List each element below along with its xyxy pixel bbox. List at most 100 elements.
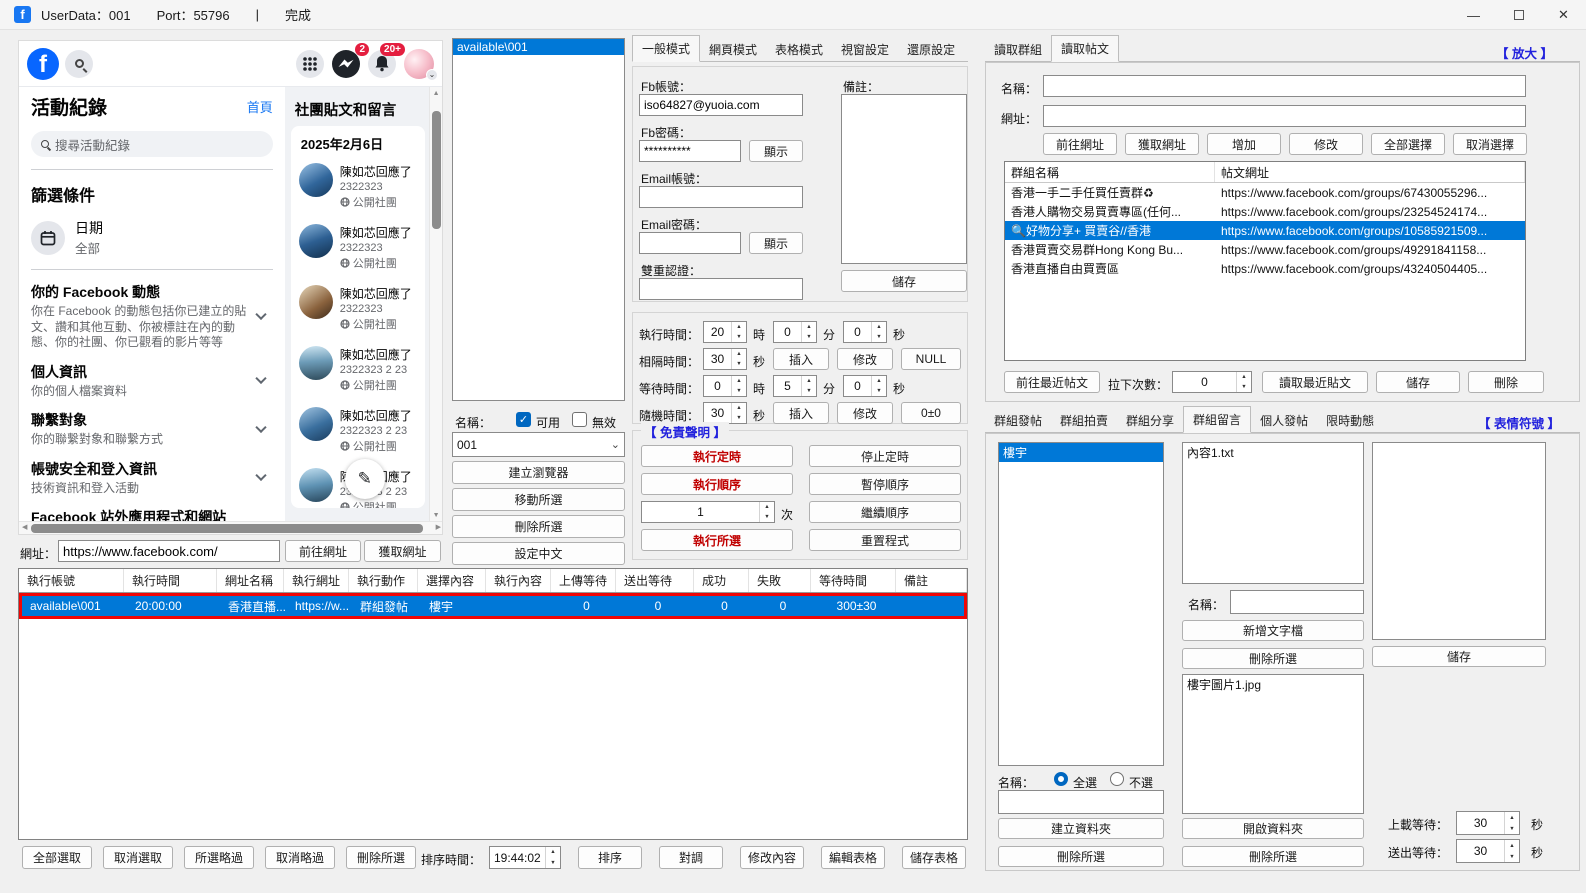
scroll-right-icon[interactable]: ▶ [436, 524, 441, 532]
table-row-selected[interactable]: available\001 20:00:00 香港直播... https://w… [19, 593, 967, 619]
date-filter[interactable]: 日期 全部 [31, 218, 273, 257]
email-account-field[interactable] [639, 186, 803, 208]
unskip-button[interactable]: 取消略過 [265, 846, 335, 869]
deselect-button[interactable]: 取消選取 [103, 846, 173, 869]
zero-random-button[interactable]: 0±0 [901, 402, 961, 424]
read-recent-posts-button[interactable]: 讀取最近貼文 [1262, 371, 1368, 393]
insert-random-button[interactable]: 插入 [773, 402, 829, 424]
column-header[interactable]: 送出等待 [616, 569, 694, 592]
reader-url-input[interactable] [1043, 105, 1526, 127]
tab-group-comment[interactable]: 群組留言 [1183, 406, 1252, 433]
section-your-facebook-activity[interactable]: 你的 Facebook 動態 你在 Facebook 的動態包括你已建立的貼文、… [31, 282, 273, 351]
sort-time-stepper[interactable]: 19:44:02 ▲ ▼ [489, 846, 561, 869]
facebook-logo-icon[interactable]: f [27, 47, 59, 80]
edit-table-button[interactable]: 編輯表格 [821, 846, 885, 869]
note-textarea[interactable] [841, 94, 967, 264]
compose-button[interactable]: ✎ [344, 459, 385, 499]
select-none-radio[interactable] [1110, 772, 1124, 786]
column-header[interactable]: 成功 [694, 569, 749, 592]
wait-hour-stepper[interactable]: 0 ▲ ▼ [703, 375, 747, 397]
emoji-link[interactable]: 【 表情符號 】 [1478, 413, 1560, 432]
spin-up-icon[interactable]: ▲ [732, 403, 746, 413]
tab-personal-post[interactable]: 個人發帖 [1251, 409, 1317, 432]
spin-up-icon[interactable]: ▲ [546, 847, 560, 858]
feed-post[interactable]: 陳如芯回應了 2322323 2 23 公開社團 [298, 407, 421, 454]
column-header[interactable]: 備註 [896, 569, 967, 592]
spin-up-icon[interactable]: ▲ [732, 322, 746, 332]
fetch-url-button[interactable]: 獲取網址 [364, 540, 441, 562]
delete-selected-button[interactable]: 刪除所選 [452, 515, 625, 538]
group-row-selected[interactable]: 🔍好物分享+ 買賣谷//香港 https://www.facebook.com/g… [1005, 221, 1525, 240]
modify-content-button[interactable]: 修改內容 [740, 846, 804, 869]
column-header[interactable]: 失敗 [749, 569, 811, 592]
fb-password-field[interactable] [639, 140, 741, 162]
wait-second-stepper[interactable]: 0 ▲ ▼ [843, 375, 887, 397]
create-browser-button[interactable]: 建立瀏覽器 [452, 461, 625, 484]
save-table-button[interactable]: 儲存表格 [902, 846, 966, 869]
image-files-listbox[interactable]: 樓宇圖片1.jpg [1182, 674, 1364, 814]
group-row[interactable]: 香港人購物交易買賣專區(任何... https://www.facebook.co… [1005, 202, 1525, 221]
section-personal-info[interactable]: 個人資訊 你的個人檔案資料 [31, 362, 273, 400]
content-folders-listbox[interactable]: 樓宇 [998, 442, 1164, 766]
column-header[interactable]: 執行動作 [349, 569, 418, 592]
search-icon[interactable] [65, 49, 93, 78]
pause-sequence-button[interactable]: 暫停順序 [809, 473, 961, 495]
reset-program-button[interactable]: 重置程式 [809, 529, 961, 551]
disclaimer-link[interactable]: 【 免責聲明 】 [641, 422, 729, 441]
interval-stepper[interactable]: 30 ▲ ▼ [703, 348, 747, 370]
messenger-icon[interactable]: 2 [332, 42, 369, 78]
tab-group-post[interactable]: 群組發帖 [985, 409, 1051, 432]
section-security-login[interactable]: 帳號安全和登入資訊 技術資訊和登入活動 [31, 459, 273, 497]
run-timer-button[interactable]: 執行定時 [641, 445, 793, 467]
exec-second-stepper[interactable]: 0 ▲ ▼ [843, 321, 887, 343]
email-password-field[interactable] [639, 232, 741, 254]
spin-up-icon[interactable]: ▲ [732, 349, 746, 359]
move-selected-button[interactable]: 移動所選 [452, 488, 625, 511]
apps-grid-icon[interactable] [296, 49, 324, 78]
spin-down-icon[interactable]: ▼ [732, 386, 746, 396]
run-times-stepper[interactable]: 1 ▲ ▼ [641, 501, 775, 523]
feed-post[interactable]: 陳如芯回應了 2322323 2 23 公開社團 [298, 346, 421, 393]
modify-time-button[interactable]: 修改 [837, 348, 893, 370]
create-folder-button[interactable]: 建立資料夾 [998, 818, 1164, 839]
insert-time-button[interactable]: 插入 [773, 348, 829, 370]
spin-up-icon[interactable]: ▲ [1505, 840, 1519, 851]
tab-web-mode[interactable]: 網頁模式 [700, 38, 766, 61]
feed-post[interactable]: 陳如芯回應了 2322323 公開社團 [298, 285, 421, 332]
show-email-password-button[interactable]: 顯示 [749, 232, 803, 254]
group-row[interactable]: 香港一手二手任買任賣群♻ https://www.facebook.com/gro… [1005, 183, 1525, 202]
spin-down-icon[interactable]: ▼ [1505, 851, 1519, 862]
invalid-checkbox[interactable] [572, 412, 587, 427]
spin-up-icon[interactable]: ▲ [802, 376, 816, 386]
scroll-down-icon[interactable]: ▼ [433, 512, 440, 520]
tab-window-settings[interactable]: 視窗設定 [832, 38, 898, 61]
swap-button[interactable]: 對調 [659, 846, 723, 869]
maximize-button[interactable] [1496, 0, 1541, 30]
column-header[interactable]: 上傳等待 [551, 569, 616, 592]
spin-down-icon[interactable]: ▼ [1505, 823, 1519, 834]
group-row[interactable]: 香港直播自由買賣區 https://www.facebook.com/groups… [1005, 259, 1525, 278]
zoom-link[interactable]: 【 放大 】 [1496, 43, 1553, 62]
run-selected-button[interactable]: 執行所選 [641, 529, 793, 551]
select-all-button[interactable]: 全部選取 [22, 846, 92, 869]
twofa-field[interactable] [639, 278, 803, 300]
spin-down-icon[interactable]: ▼ [732, 332, 746, 342]
tab-group-auction[interactable]: 群組拍賣 [1051, 409, 1117, 432]
column-header[interactable]: 執行帳號 [19, 569, 124, 592]
spin-down-icon[interactable]: ▼ [1237, 382, 1251, 392]
column-header[interactable]: 選擇內容 [418, 569, 486, 592]
accounts-listbox[interactable]: available\001 [452, 38, 625, 401]
spin-up-icon[interactable]: ▲ [872, 322, 886, 332]
spin-up-icon[interactable]: ▲ [1505, 812, 1519, 823]
text-files-listbox[interactable]: 內容1.txt [1182, 442, 1364, 584]
delete-image-button[interactable]: 刪除所選 [1182, 846, 1364, 867]
folder-item[interactable]: 樓宇 [999, 443, 1163, 462]
sort-button[interactable]: 排序 [578, 846, 642, 869]
close-button[interactable]: ✕ [1541, 0, 1586, 30]
delete-button[interactable]: 刪除 [1468, 371, 1544, 393]
add-button[interactable]: 增加 [1207, 133, 1281, 155]
goto-recent-post-button[interactable]: 前往最近帖文 [1004, 371, 1100, 393]
column-header[interactable]: 執行時間 [124, 569, 217, 592]
account-name-combobox[interactable]: 001 ⌄ [452, 432, 625, 457]
spin-up-icon[interactable]: ▲ [732, 376, 746, 386]
